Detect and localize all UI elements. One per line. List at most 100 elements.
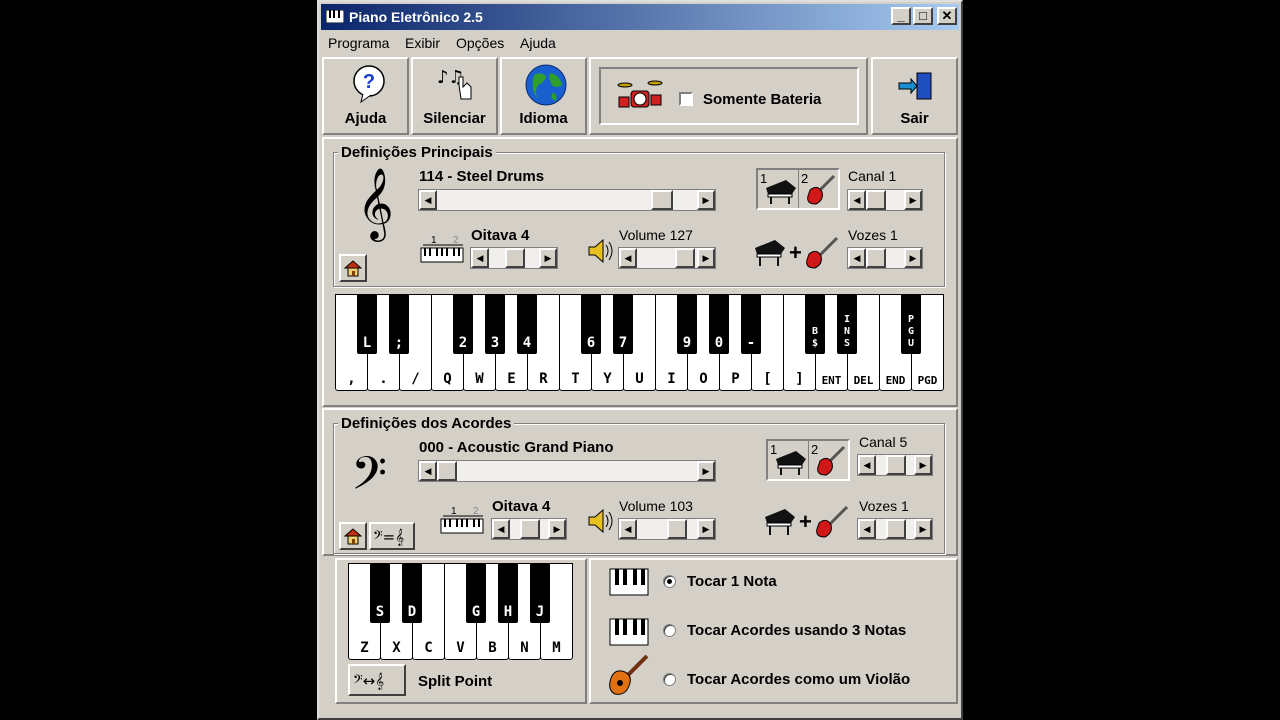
drums-only-checkbox[interactable] <box>679 92 693 106</box>
octave-num-2: 2 <box>453 235 459 246</box>
slider-thumb[interactable] <box>866 190 886 210</box>
slider-thumb[interactable] <box>437 461 457 481</box>
chords-black-key[interactable]: S <box>370 563 390 623</box>
toggle-divider <box>808 441 809 479</box>
chords-black-key[interactable]: H <box>498 563 518 623</box>
radio-play-three-note-chords[interactable] <box>663 624 676 637</box>
scroll-right-arrow-icon[interactable]: ▶ <box>539 248 557 268</box>
close-button[interactable]: ✕ <box>937 7 957 25</box>
slider-thumb[interactable] <box>505 248 525 268</box>
main-black-key[interactable]: 2 <box>453 294 473 354</box>
chords-volume-slider[interactable]: ◀ ▶ <box>618 518 716 540</box>
main-black-key[interactable]: 4 <box>517 294 537 354</box>
main-octave-slider[interactable]: ◀ ▶ <box>470 247 558 269</box>
main-black-key[interactable]: B $ <box>805 294 825 354</box>
key-label: DEL <box>853 374 874 387</box>
title-bar[interactable]: Piano Eletrônico 2.5 _ □ ✕ <box>321 4 959 30</box>
key-label: B <box>488 640 497 656</box>
radio-play-one-note[interactable] <box>663 575 676 588</box>
scroll-left-arrow-icon[interactable]: ◀ <box>471 248 489 268</box>
speaker-icon <box>588 508 613 534</box>
option-three-note-chords-label: Tocar Acordes usando 3 Notas <box>687 622 907 639</box>
main-black-key[interactable]: - <box>741 294 761 354</box>
help-button[interactable]: ? Ajuda <box>322 57 409 135</box>
chords-octave-slider[interactable]: ◀ ▶ <box>491 518 567 540</box>
main-black-key[interactable]: P G U <box>901 294 921 354</box>
exit-button[interactable]: Sair <box>871 57 958 135</box>
scroll-left-arrow-icon[interactable]: ◀ <box>848 190 866 210</box>
chords-black-key[interactable]: G <box>466 563 486 623</box>
scroll-right-arrow-icon[interactable]: ▶ <box>914 455 932 475</box>
main-black-key[interactable]: 6 <box>581 294 601 354</box>
main-octave-label: Oitava 4 <box>471 227 530 244</box>
slider-thumb[interactable] <box>886 519 906 539</box>
scroll-left-arrow-icon[interactable]: ◀ <box>858 519 876 539</box>
key-label: P <box>731 371 740 387</box>
toggle-divider <box>798 170 799 208</box>
chords-channel-slider[interactable]: ◀ ▶ <box>857 454 933 476</box>
scroll-left-arrow-icon[interactable]: ◀ <box>419 461 437 481</box>
home-icon <box>344 528 362 545</box>
radio-play-guitar-chords[interactable] <box>663 673 676 686</box>
menu-opcoes[interactable]: Opções <box>456 35 504 51</box>
octave-num-2: 2 <box>473 506 479 517</box>
maximize-button[interactable]: □ <box>913 7 933 25</box>
globe-icon <box>525 64 567 106</box>
chords-home-button[interactable] <box>339 522 367 550</box>
scroll-left-arrow-icon[interactable]: ◀ <box>492 519 510 539</box>
silence-button[interactable]: ♪♫ Silenciar <box>411 57 498 135</box>
chords-black-key[interactable]: D <box>402 563 422 623</box>
chords-black-key[interactable]: J <box>530 563 550 623</box>
key-label: S <box>375 604 385 620</box>
main-black-key[interactable]: ; <box>389 294 409 354</box>
scroll-right-arrow-icon[interactable]: ▶ <box>697 461 715 481</box>
scroll-right-arrow-icon[interactable]: ▶ <box>904 190 922 210</box>
main-black-key[interactable]: 9 <box>677 294 697 354</box>
slider-thumb[interactable] <box>886 455 906 475</box>
main-instrument-slider[interactable]: ◀ ▶ <box>418 189 716 211</box>
svg-text:+: + <box>789 240 802 265</box>
main-home-button[interactable] <box>339 254 367 282</box>
main-black-key[interactable]: 3 <box>485 294 505 354</box>
scroll-right-arrow-icon[interactable]: ▶ <box>904 248 922 268</box>
main-voices-slider[interactable]: ◀ ▶ <box>847 247 923 269</box>
scroll-right-arrow-icon[interactable]: ▶ <box>697 519 715 539</box>
slider-thumb[interactable] <box>675 248 695 268</box>
main-channel-slider[interactable]: ◀ ▶ <box>847 189 923 211</box>
main-black-key[interactable]: 7 <box>613 294 633 354</box>
minimize-button[interactable]: _ <box>891 7 911 25</box>
clef-swap-button[interactable]: 𝄢=𝄞 <box>369 522 415 550</box>
main-black-key[interactable]: I N S <box>837 294 857 354</box>
key-label: U <box>635 371 644 387</box>
scroll-left-arrow-icon[interactable]: ◀ <box>858 455 876 475</box>
key-label: I <box>667 371 676 387</box>
main-instrument-toggle[interactable]: 1 2 <box>756 168 840 210</box>
language-button[interactable]: Idioma <box>500 57 587 135</box>
scroll-right-arrow-icon[interactable]: ▶ <box>697 190 715 210</box>
menu-ajuda[interactable]: Ajuda <box>520 35 556 51</box>
grand-piano-icon <box>766 180 796 204</box>
menu-exibir[interactable]: Exibir <box>405 35 440 51</box>
slider-thumb[interactable] <box>651 190 673 210</box>
slider-thumb[interactable] <box>667 519 687 539</box>
scroll-right-arrow-icon[interactable]: ▶ <box>914 519 932 539</box>
main-volume-slider[interactable]: ◀ ▶ <box>618 247 716 269</box>
scroll-left-arrow-icon[interactable]: ◀ <box>848 248 866 268</box>
scroll-left-arrow-icon[interactable]: ◀ <box>419 190 437 210</box>
scroll-right-arrow-icon[interactable]: ▶ <box>697 248 715 268</box>
chords-instrument-slider[interactable]: ◀ ▶ <box>418 460 716 482</box>
drums-panel: Somente Bateria <box>589 57 868 135</box>
chords-voices-slider[interactable]: ◀ ▶ <box>857 518 933 540</box>
main-black-key[interactable]: 0 <box>709 294 729 354</box>
menu-programa[interactable]: Programa <box>328 35 389 51</box>
chords-instrument-toggle[interactable]: 1 2 <box>766 439 850 481</box>
scroll-left-arrow-icon[interactable]: ◀ <box>619 248 637 268</box>
scroll-right-arrow-icon[interactable]: ▶ <box>548 519 566 539</box>
slider-thumb[interactable] <box>520 519 540 539</box>
key-label: - <box>746 335 756 351</box>
main-black-key[interactable]: L <box>357 294 377 354</box>
scroll-left-arrow-icon[interactable]: ◀ <box>619 519 637 539</box>
split-point-button[interactable]: 𝄢↔𝄞 <box>348 664 406 696</box>
help-label: Ajuda <box>344 110 387 127</box>
slider-thumb[interactable] <box>866 248 886 268</box>
